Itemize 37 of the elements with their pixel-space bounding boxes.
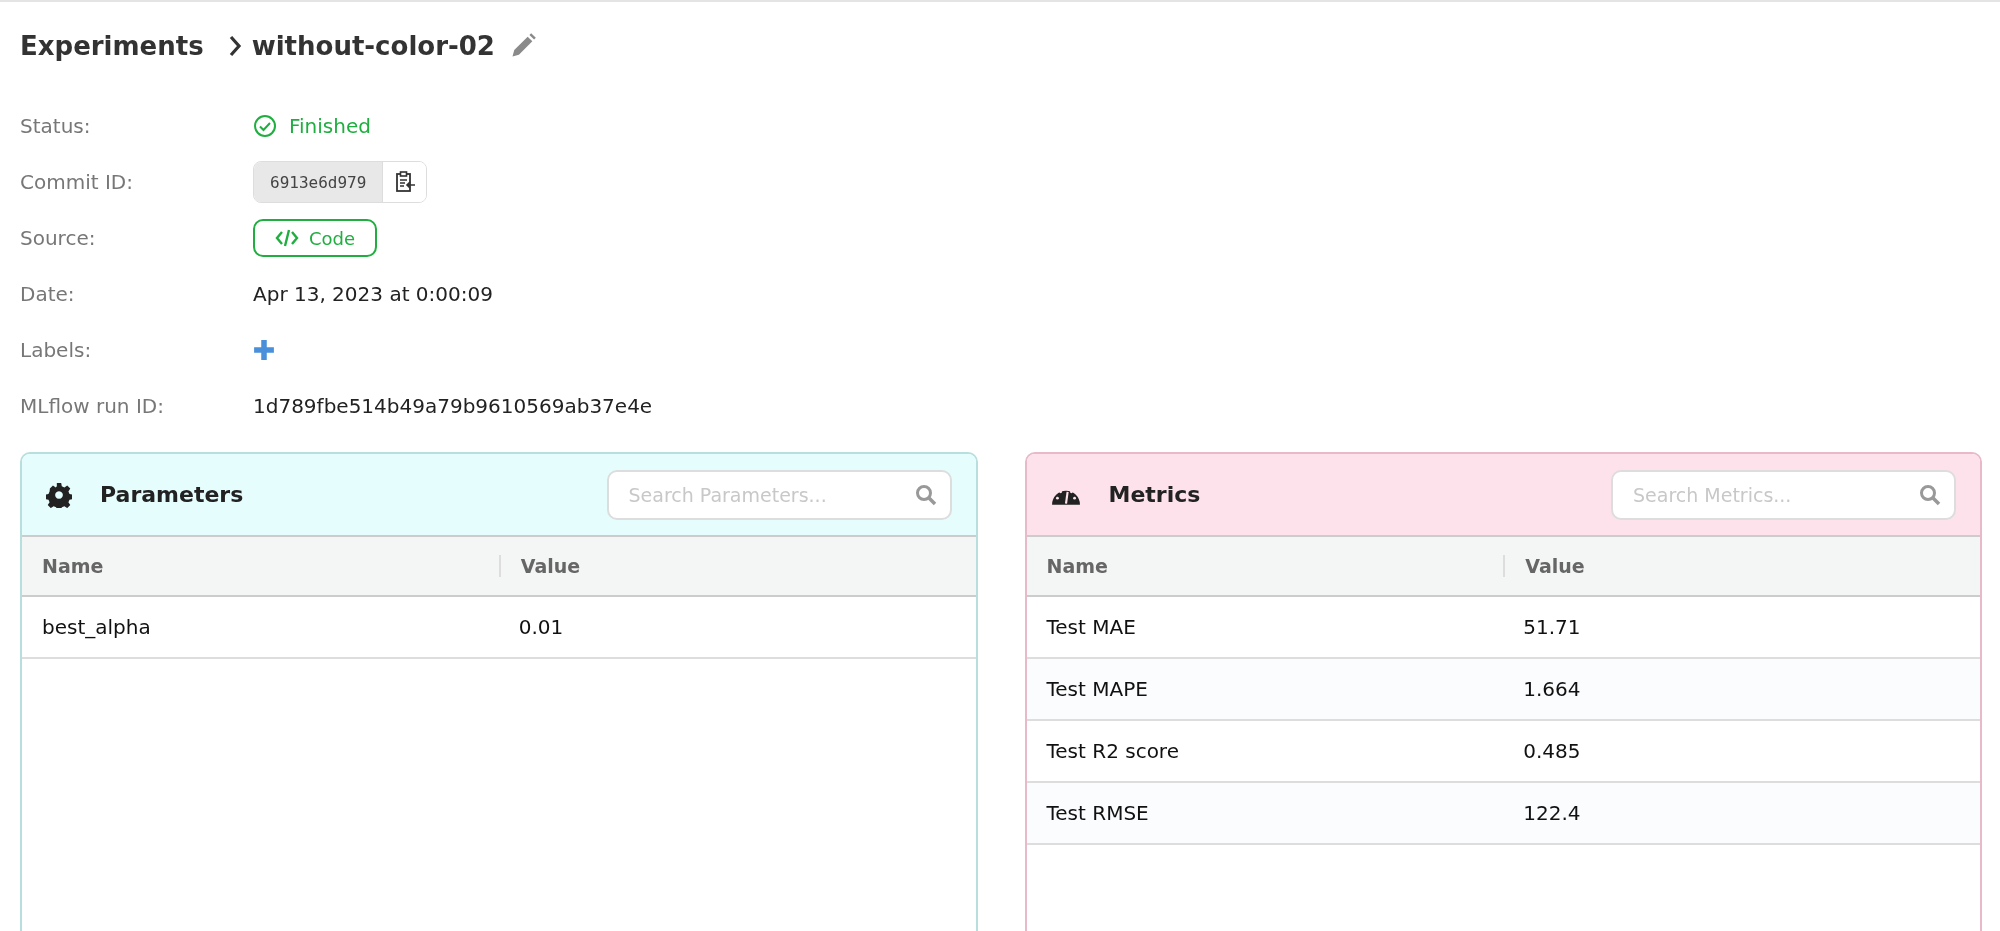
search-icon	[1918, 482, 1942, 507]
detail-label: Source:	[20, 226, 97, 250]
detail-label: Labels:	[20, 338, 93, 362]
table-cell-text: best_alpha	[41, 615, 152, 639]
detail-value: 1d789fbe514b49a79b9610569ab37e4e	[253, 394, 653, 418]
code-button[interactable]: Code	[253, 219, 378, 257]
column-header[interactable]: Name	[1026, 555, 1504, 577]
detail-value: Apr 13, 2023 at 0:00:09	[253, 282, 493, 306]
gear-icon	[46, 481, 72, 508]
column-header[interactable]: Value	[1503, 555, 1980, 577]
search-icon	[913, 482, 938, 507]
panel-title: Metrics	[1108, 482, 1202, 507]
column-header[interactable]: Value	[498, 555, 976, 577]
code-icon	[275, 228, 299, 248]
column-header[interactable]: Name	[22, 555, 499, 577]
plus-icon[interactable]	[253, 339, 275, 361]
clipboard-icon[interactable]	[382, 162, 427, 202]
detail-label: MLflow run ID:	[20, 394, 165, 418]
table-cell-text: 122.4	[1522, 801, 1582, 825]
table-cell-text: 1.664	[1522, 677, 1582, 701]
table-cell-text: Test RMSE	[1045, 801, 1150, 825]
check-circle-icon	[253, 114, 277, 138]
table-cell-text: 51.71	[1522, 615, 1582, 639]
detail-label: Status:	[20, 114, 92, 138]
detail-label: Commit ID:	[20, 170, 134, 194]
table-cell-text: Test MAPE	[1045, 677, 1149, 701]
detail-label: Date:	[20, 282, 76, 306]
commit-hash: 6913e6d979	[254, 162, 383, 202]
table-cell-text: 0.485	[1522, 739, 1582, 763]
panel-title: Parameters	[100, 482, 245, 507]
table-cell-text: Test MAE	[1045, 615, 1137, 639]
chevron-right-icon	[227, 35, 242, 57]
table-cell-text: Test R2 score	[1045, 739, 1180, 763]
breadcrumb-link[interactable]: Experiments	[20, 31, 204, 61]
status-text: Finished	[289, 114, 371, 138]
experiment-title: without-color-02	[251, 31, 495, 61]
table-cell-text: 0.01	[517, 615, 565, 639]
